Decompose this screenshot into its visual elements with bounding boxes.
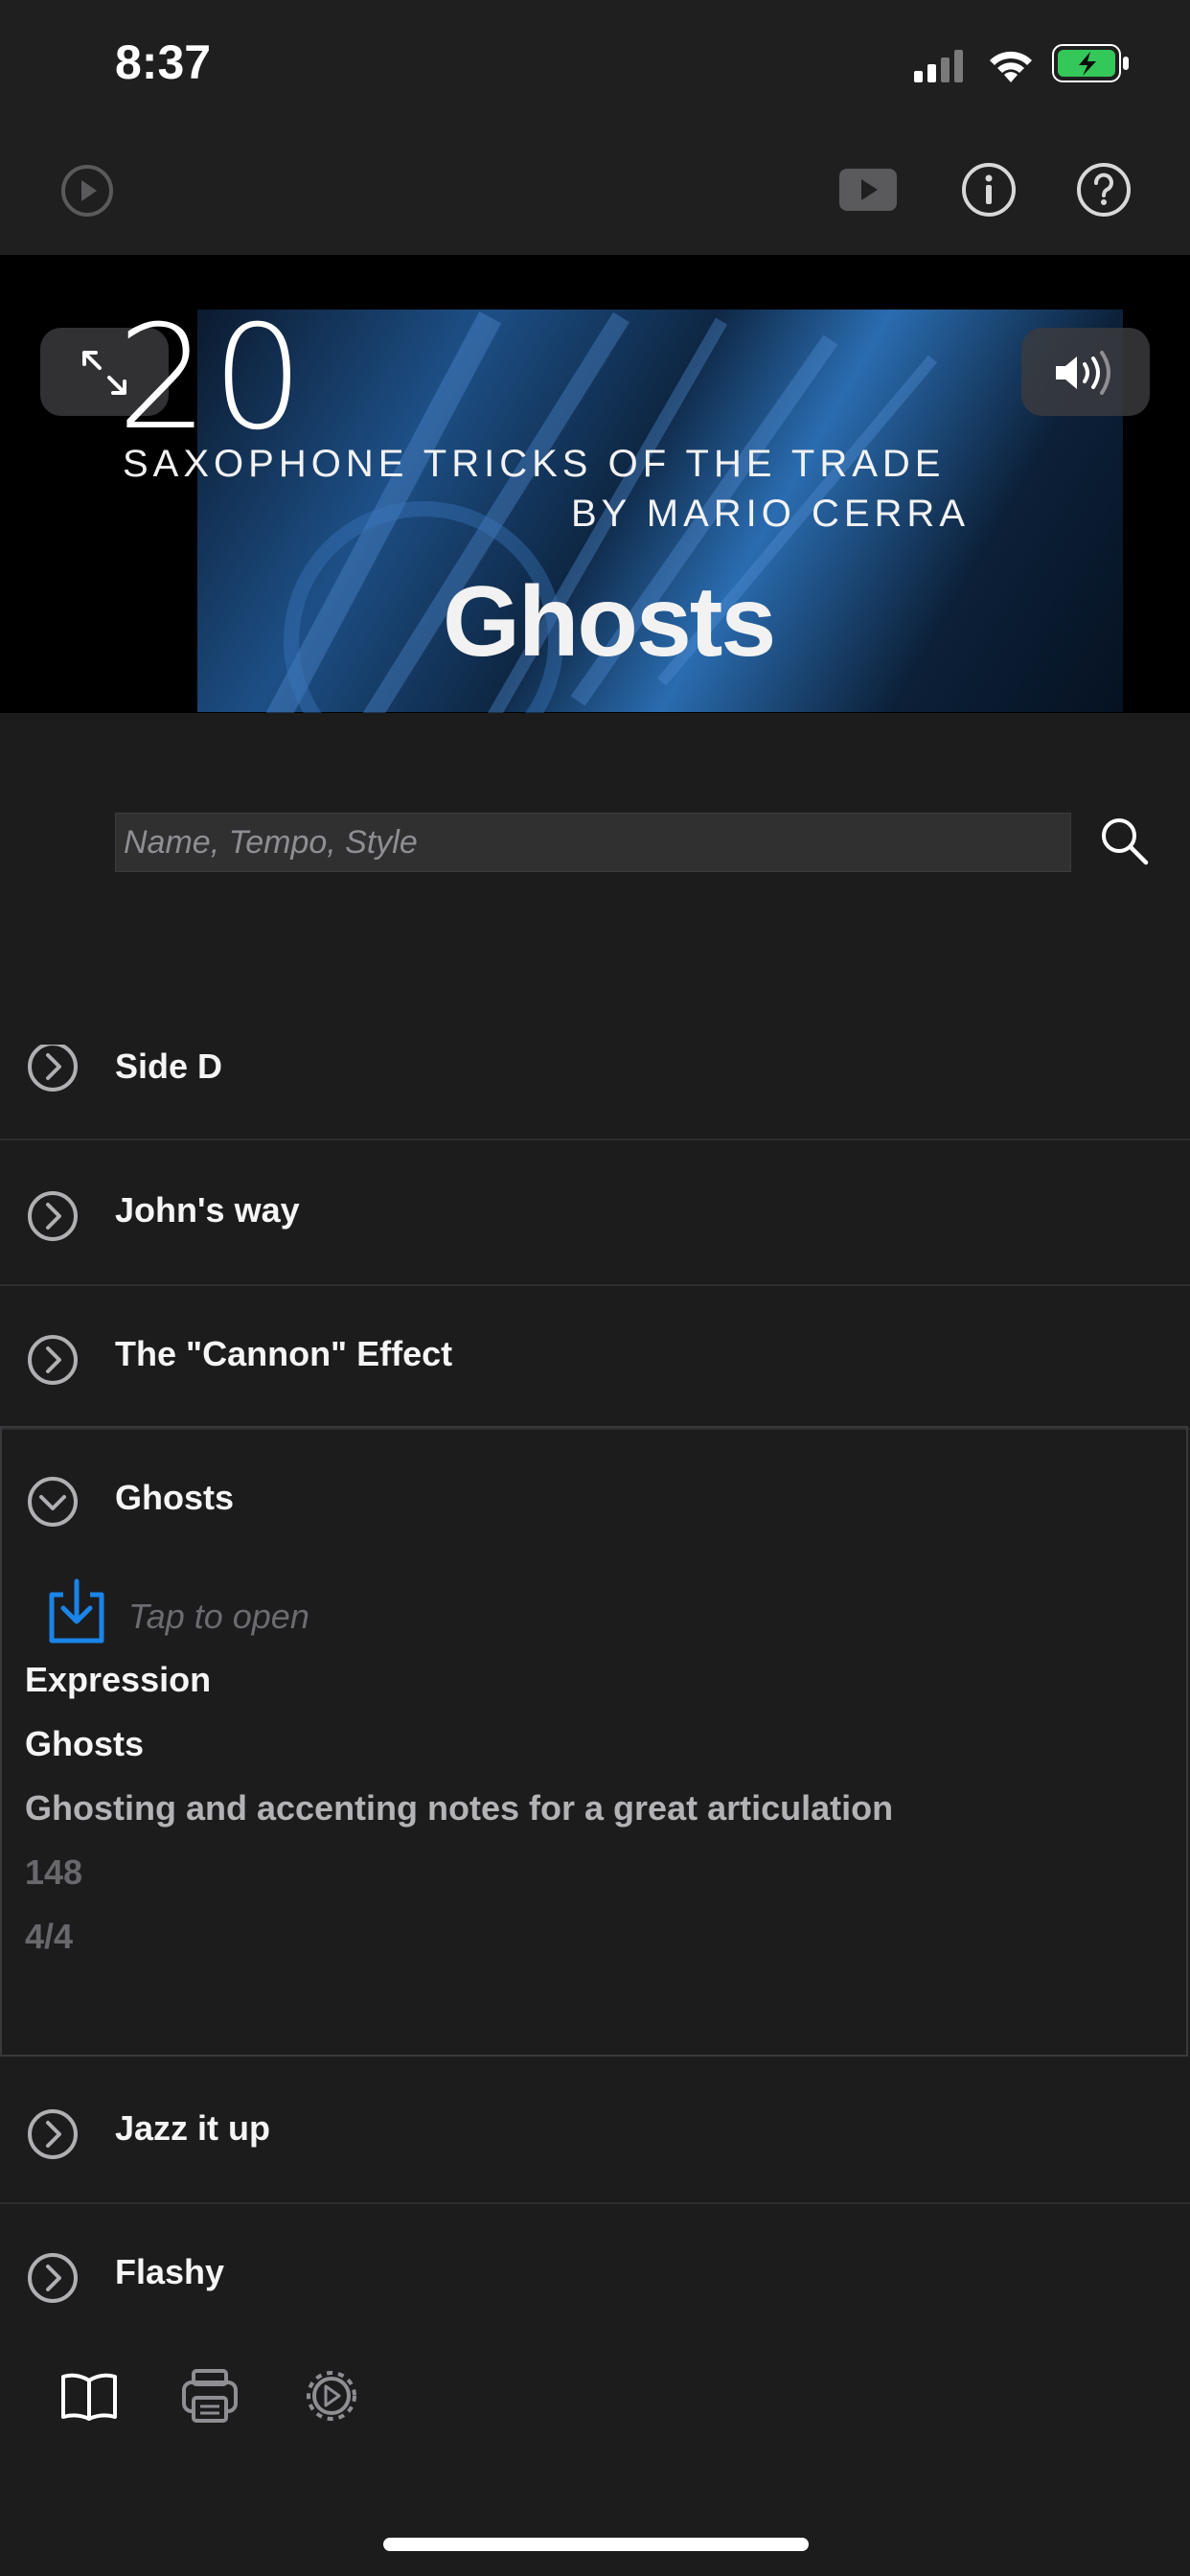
chevron-right-icon xyxy=(28,2253,78,2303)
info-icon[interactable] xyxy=(960,161,1018,218)
volume-button[interactable] xyxy=(1021,328,1150,416)
toolbar xyxy=(0,134,1190,255)
chevron-right-icon xyxy=(28,1191,78,1241)
item-description: Ghosting and accenting notes for a great… xyxy=(25,1788,894,1828)
item-time-signature: 4/4 xyxy=(25,1917,74,1956)
list-item-label: Flashy xyxy=(115,2252,225,2291)
printer-icon[interactable] xyxy=(180,2367,240,2425)
chevron-right-icon xyxy=(28,2109,78,2159)
search-input[interactable] xyxy=(115,813,1071,872)
video-author: BY MARIO CERRA xyxy=(571,493,970,535)
settings-icon[interactable] xyxy=(303,2365,360,2426)
chevron-down-icon[interactable] xyxy=(27,1476,79,1528)
play-circle-icon[interactable] xyxy=(59,163,115,218)
signal-icon xyxy=(914,50,963,82)
list-item[interactable]: The "Cannon" Effect xyxy=(0,1284,1190,1430)
chevron-right-icon xyxy=(28,1042,78,1092)
list-item-label: Side D xyxy=(115,1046,223,1086)
search-icon[interactable] xyxy=(1098,815,1152,868)
home-indicator xyxy=(383,2538,809,2551)
video-number: 20 xyxy=(117,295,308,462)
status-bar: 8:37 xyxy=(0,0,1190,134)
status-time: 8:37 xyxy=(115,35,212,89)
list-item-label: Ghosts xyxy=(115,1478,235,1517)
video-play-icon[interactable] xyxy=(837,165,899,215)
book-icon[interactable] xyxy=(59,2369,119,2423)
volume-icon xyxy=(1056,351,1110,395)
item-tempo: 148 xyxy=(25,1852,83,1892)
download-icon[interactable] xyxy=(46,1577,107,1646)
list-item[interactable]: Jazz it up xyxy=(0,2058,1190,2204)
list-item[interactable]: Flashy xyxy=(0,2202,1190,2346)
video-title: Ghosts xyxy=(443,566,776,678)
wifi-icon xyxy=(990,51,1032,82)
list-item-label: Jazz it up xyxy=(115,2108,271,2148)
list-item[interactable]: John's way xyxy=(0,1140,1190,1286)
open-hint[interactable]: Tap to open xyxy=(128,1597,309,1637)
video-subtitle: SAXOPHONE TRICKS OF THE TRADE xyxy=(123,443,946,485)
chevron-right-icon xyxy=(28,1335,78,1385)
list-item-label: John's way xyxy=(115,1190,300,1230)
list-item-expanded[interactable]: Ghosts Tap to open Expression Ghosts Gho… xyxy=(0,1426,1188,2057)
list-item-label: The "Cannon" Effect xyxy=(115,1334,453,1373)
item-category: Expression xyxy=(25,1660,212,1699)
battery-icon xyxy=(1052,44,1129,82)
item-name: Ghosts xyxy=(25,1724,145,1763)
help-icon[interactable] xyxy=(1075,161,1133,218)
